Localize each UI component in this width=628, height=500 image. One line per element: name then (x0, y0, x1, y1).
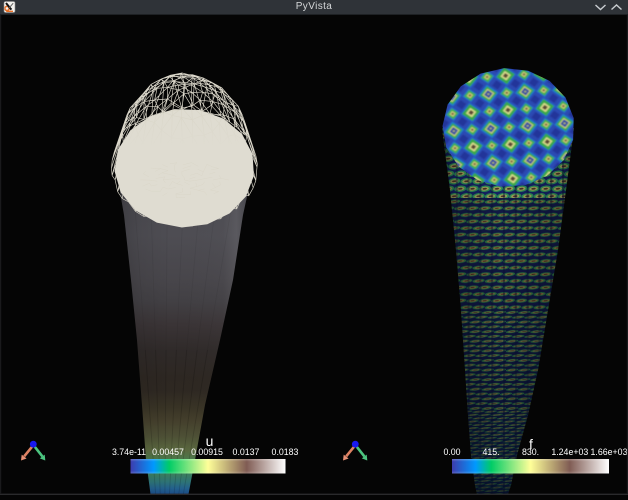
svg-text:415.: 415. (482, 447, 499, 457)
svg-text:3.74e-11: 3.74e-11 (112, 447, 146, 457)
svg-text:1.66e+03: 1.66e+03 (591, 447, 628, 457)
svg-text:0.0183: 0.0183 (272, 447, 299, 457)
svg-text:1.24e+03: 1.24e+03 (551, 447, 588, 457)
svg-text:0.00: 0.00 (443, 447, 460, 457)
svg-text:0.00915: 0.00915 (191, 447, 223, 457)
svg-text:0.00457: 0.00457 (152, 447, 184, 457)
svg-text:0.0137: 0.0137 (233, 447, 260, 457)
svg-text:830.: 830. (522, 447, 539, 457)
